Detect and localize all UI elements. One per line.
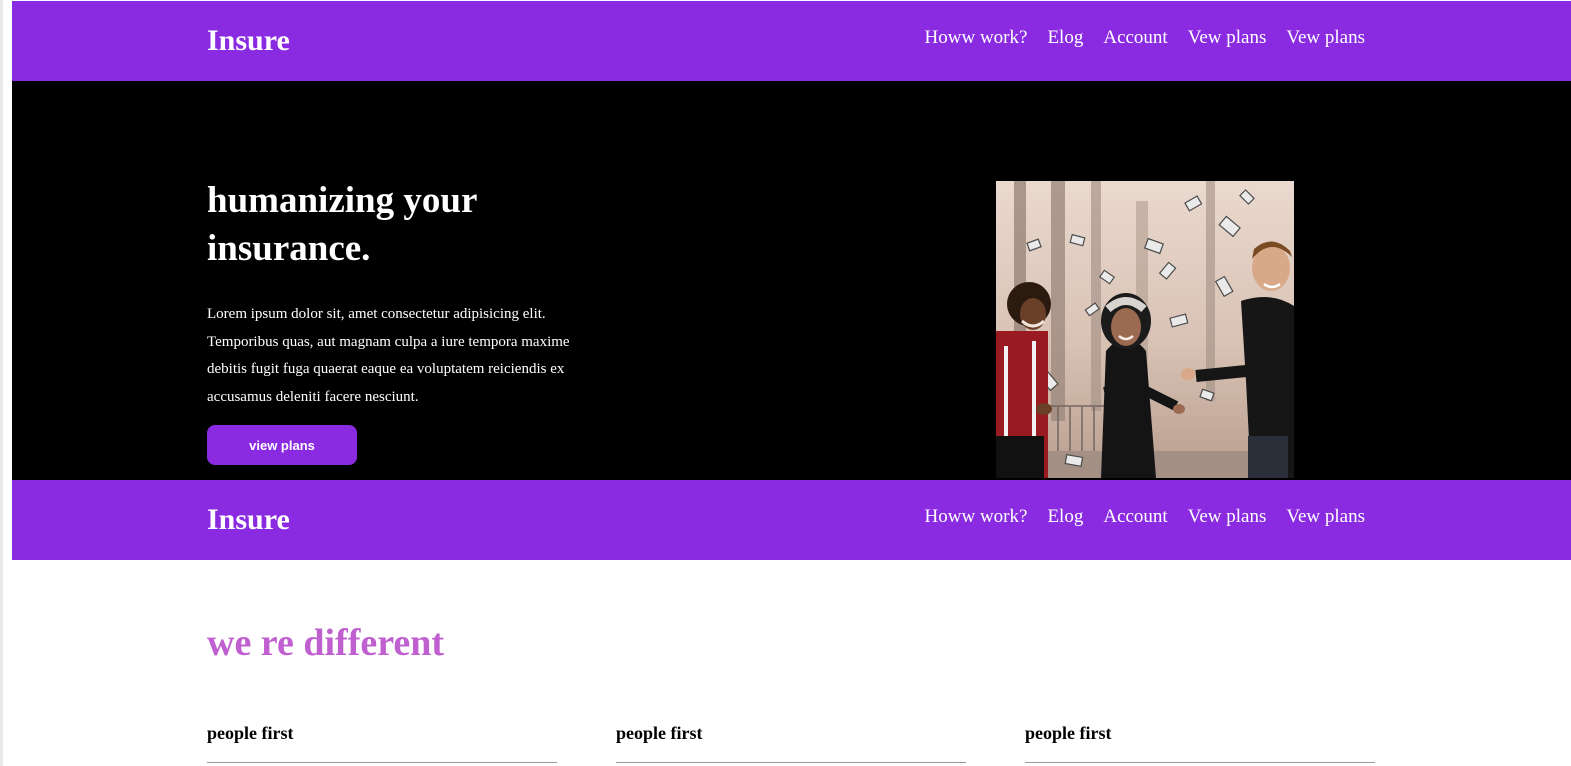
nav-item: Account: [1103, 27, 1167, 49]
logo[interactable]: Insure: [207, 23, 290, 59]
nav-link-how-work[interactable]: Howw work?: [925, 27, 1028, 48]
feature-card: people first: [207, 722, 557, 763]
nav-link-account[interactable]: Account: [1103, 506, 1167, 527]
hero-description: Lorem ipsum dolor sit, amet consectetur …: [207, 306, 570, 405]
feature-title: people first: [207, 723, 294, 743]
different-section: we re different people first people firs…: [207, 620, 1407, 763]
nav-item: Elog: [1047, 506, 1083, 528]
feature-title: people first: [616, 723, 703, 743]
features-row: people first people first people first: [207, 722, 1375, 763]
nav-item: Howw work?: [925, 506, 1028, 528]
nav-link-view-plans-2[interactable]: Vew plans: [1286, 27, 1365, 48]
section-title: we re different: [207, 622, 445, 664]
feature-title: people first: [1025, 723, 1112, 743]
hero-image: [996, 181, 1294, 478]
second-navbar: Insure Howw work? Elog Account Vew plans…: [12, 480, 1571, 560]
nav-link-blog[interactable]: Elog: [1047, 27, 1083, 48]
hero-section: humanizing your insurance. Lorem ipsum d…: [12, 81, 1571, 480]
nav-links: Howw work? Elog Account Vew plans Vew pl…: [925, 27, 1365, 49]
page: Insure Howw work? Elog Account Vew plans…: [0, 0, 1571, 766]
nav-item: Vew plans: [1188, 506, 1267, 528]
nav-link-view-plans-2[interactable]: Vew plans: [1286, 506, 1365, 527]
nav-item: Vew plans: [1286, 27, 1365, 49]
nav-item: Elog: [1047, 27, 1083, 49]
logo-secondary[interactable]: Insure: [207, 502, 290, 538]
nav-item: Account: [1103, 506, 1167, 528]
top-navbar: Insure Howw work? Elog Account Vew plans…: [12, 1, 1571, 81]
nav-link-how-work[interactable]: Howw work?: [925, 506, 1028, 527]
hero-title: humanizing your insurance.: [207, 180, 477, 269]
nav-link-account[interactable]: Account: [1103, 27, 1167, 48]
view-plans-button[interactable]: view plans: [207, 425, 357, 465]
nav-item: Vew plans: [1286, 506, 1365, 528]
nav-link-view-plans[interactable]: Vew plans: [1188, 27, 1267, 48]
nav-link-blog[interactable]: Elog: [1047, 506, 1083, 527]
nav-item: Vew plans: [1188, 27, 1267, 49]
feature-card: people first: [1025, 722, 1375, 763]
nav-links-secondary: Howw work? Elog Account Vew plans Vew pl…: [925, 506, 1365, 528]
hero-image-illustration: [996, 181, 1294, 478]
nav-link-view-plans[interactable]: Vew plans: [1188, 506, 1267, 527]
feature-card: people first: [616, 722, 966, 763]
nav-item: Howw work?: [925, 27, 1028, 49]
